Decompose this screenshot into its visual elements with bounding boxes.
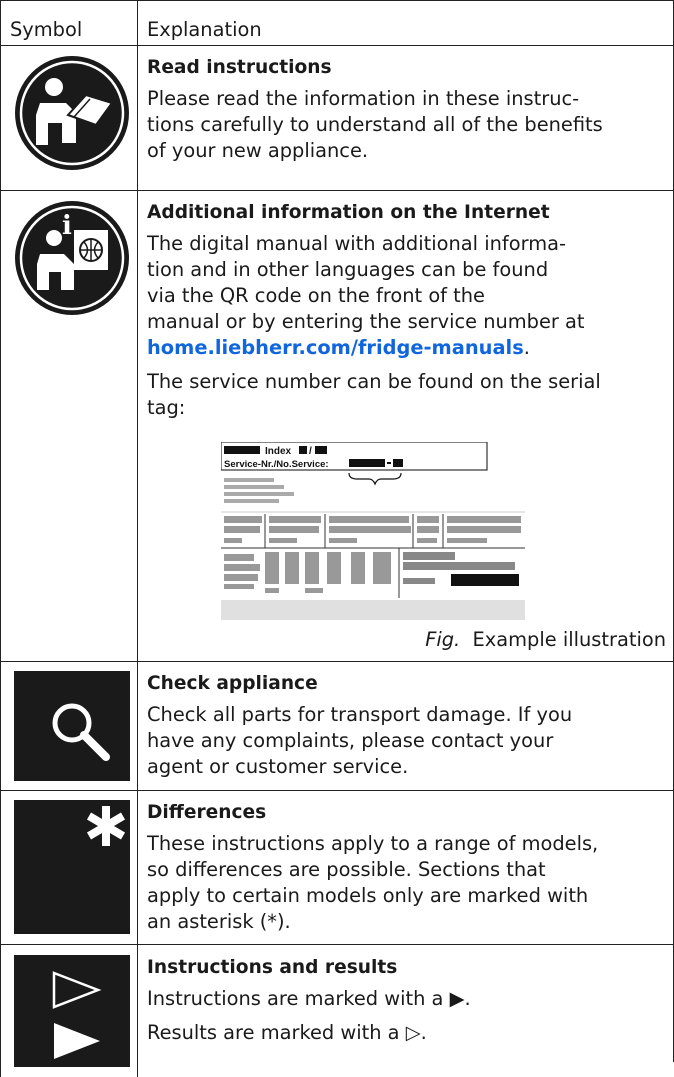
header-explanation: Explanation [147, 18, 262, 41]
column-divider [137, 0, 138, 1077]
tag-index-label: Index [265, 446, 292, 457]
row-body: These instructions apply to a range of m… [147, 832, 599, 933]
tag-service-label: Service-Nr./No.Service: [224, 459, 329, 470]
manuals-link[interactable]: home.liebherr.com/fridge-manuals [147, 336, 524, 359]
row-divider [0, 944, 674, 945]
header-symbol: Symbol [10, 18, 83, 41]
row-body: Please read the information in these ins… [147, 87, 603, 162]
table-top-border [0, 0, 674, 1]
row-body-instructions: Instructions are marked with a ▶. [147, 987, 471, 1010]
serial-tag-illustration: Index / Service-Nr./No.Service: [220, 441, 525, 624]
row-instructions-results: Instructions and results Instructions ar… [147, 955, 669, 1054]
row-divider [0, 790, 674, 791]
row-body-serial: The service number can be found on the s… [147, 370, 601, 419]
read-instructions-icon [14, 55, 130, 175]
row-divider [0, 45, 674, 46]
table-left-border [0, 0, 1, 1077]
row-differences: Differences These instructions apply to … [147, 800, 669, 943]
row-title: Check appliance [147, 673, 318, 694]
row-read-instructions: Read instructions Please read the inform… [147, 55, 669, 172]
row-title: Additional information on the Internet [147, 202, 550, 223]
svg-text:/: / [309, 446, 312, 457]
asterisk-icon [14, 800, 130, 938]
magnifier-icon [14, 671, 130, 785]
internet-info-icon: i [14, 200, 130, 320]
row-internet-info: Additional information on the Internet T… [147, 200, 669, 429]
row-check-appliance: Check appliance Check all parts for tran… [147, 671, 669, 788]
row-title: Differences [147, 802, 267, 823]
row-body-results: Results are marked with a ▷. [147, 1021, 427, 1044]
instruction-arrows-icon [14, 955, 130, 1071]
svg-text:i: i [62, 211, 72, 241]
row-title: Read instructions [147, 57, 332, 78]
figure-caption: Fig. Example illustration [425, 628, 666, 651]
row-divider [0, 661, 674, 662]
row-body: Check all parts for transport damage. If… [147, 703, 573, 778]
row-title: Instructions and results [147, 957, 398, 978]
row-divider [0, 190, 674, 191]
row-body: The digital manual with additional infor… [147, 232, 585, 359]
